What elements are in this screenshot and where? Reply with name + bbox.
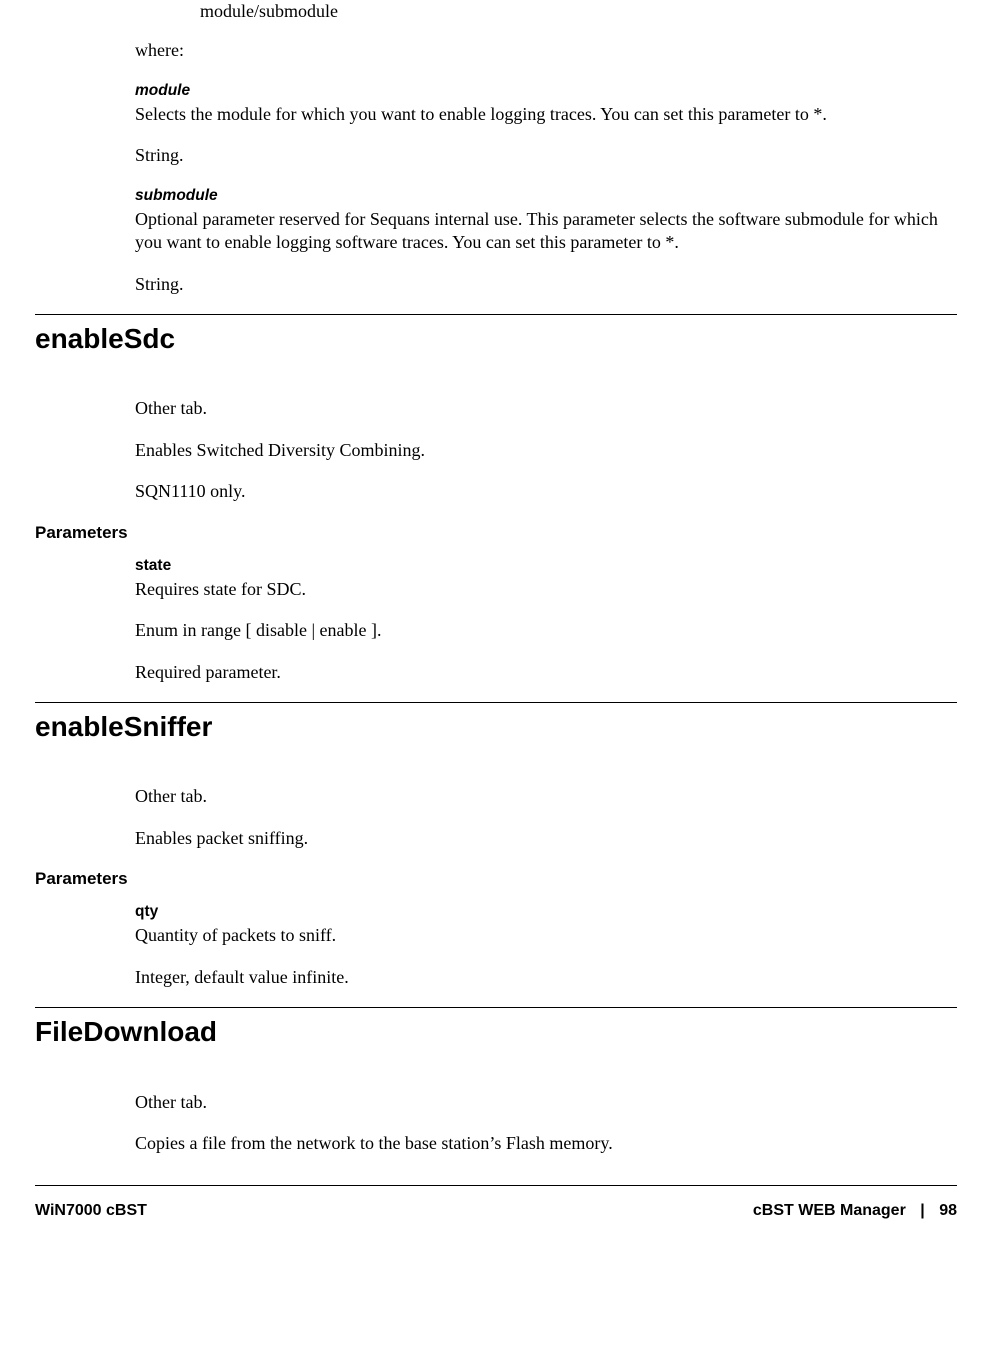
para: SQN1110 only.: [135, 480, 947, 503]
section-body-enablesniffer: Other tab. Enables packet sniffing. Para…: [35, 785, 957, 989]
param-term-state: state: [135, 556, 947, 576]
section-divider: [35, 314, 957, 315]
para: Enables Switched Diversity Combining.: [135, 439, 947, 462]
footer-left: WiN7000 cBST: [35, 1201, 147, 1222]
param-desc-submodule: Optional parameter reserved for Sequans …: [135, 208, 947, 255]
param-range-state: Enum in range [ disable | enable ].: [135, 619, 947, 642]
para: Other tab.: [135, 397, 947, 420]
param-desc-state: Requires state for SDC.: [135, 578, 947, 601]
para: Other tab.: [135, 785, 947, 808]
param-term-submodule: submodule: [135, 186, 947, 206]
para: Enables packet sniffing.: [135, 827, 947, 850]
param-term-module: module: [135, 81, 947, 101]
footer-right: cBST WEB Manager | 98: [753, 1201, 957, 1222]
heading-enablesniffer: enableSniffer: [35, 709, 957, 745]
para: Other tab.: [135, 1091, 947, 1114]
param-term-qty: qty: [135, 902, 947, 922]
content-block: module/submodule where: module Selects t…: [35, 0, 957, 296]
document-page: module/submodule where: module Selects t…: [0, 0, 992, 1300]
section-body-filedownload: Other tab. Copies a file from the networ…: [35, 1091, 957, 1156]
param-type-module: String.: [135, 144, 947, 167]
parameters-heading: Parameters: [35, 868, 947, 890]
footer-divider: [35, 1185, 957, 1186]
syntax-line: module/submodule: [135, 0, 947, 23]
param-desc-module: Selects the module for which you want to…: [135, 103, 947, 126]
section-divider: [35, 702, 957, 703]
param-type-qty: Integer, default value infinite.: [135, 966, 947, 989]
parameters-heading: Parameters: [35, 522, 947, 544]
param-desc-qty: Quantity of packets to sniff.: [135, 924, 947, 947]
page-footer: WiN7000 cBST cBST WEB Manager | 98: [35, 1195, 957, 1242]
footer-title: cBST WEB Manager: [753, 1202, 906, 1219]
param-type-submodule: String.: [135, 273, 947, 296]
heading-enablesdc: enableSdc: [35, 321, 957, 357]
heading-filedownload: FileDownload: [35, 1014, 957, 1050]
footer-separator: |: [920, 1202, 924, 1219]
param-required-state: Required parameter.: [135, 661, 947, 684]
where-label: where:: [135, 39, 947, 62]
section-body-enablesdc: Other tab. Enables Switched Diversity Co…: [35, 397, 957, 684]
para: Copies a file from the network to the ba…: [135, 1132, 947, 1155]
section-divider: [35, 1007, 957, 1008]
page-number: 98: [939, 1202, 957, 1219]
